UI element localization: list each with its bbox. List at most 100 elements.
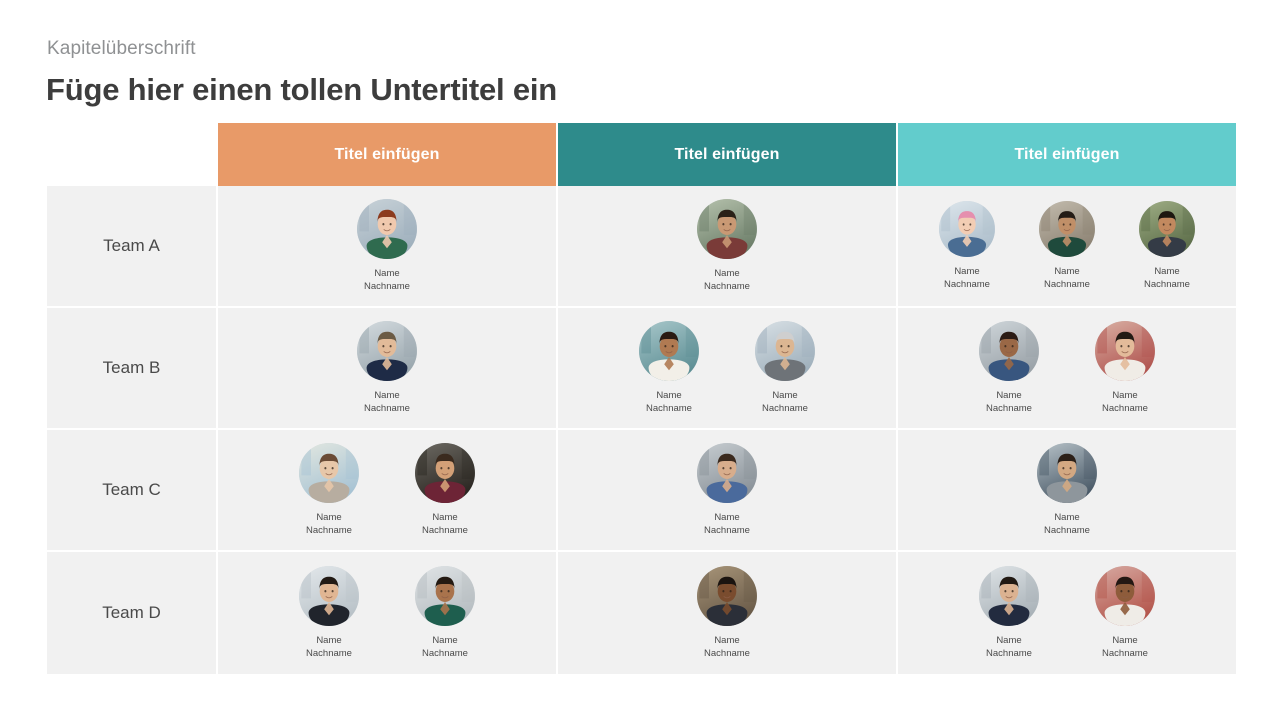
member-first-name: Name bbox=[1054, 512, 1080, 523]
header-corner-spacer bbox=[47, 123, 218, 186]
avatar[interactable] bbox=[357, 321, 417, 381]
member-last-name: Nachname bbox=[422, 648, 468, 659]
avatar[interactable] bbox=[639, 321, 699, 381]
member-last-name: Nachname bbox=[422, 525, 468, 536]
member-first-name: Name bbox=[316, 635, 342, 646]
team-member[interactable]: Name Nachname bbox=[1079, 321, 1171, 415]
avatar[interactable] bbox=[1095, 566, 1155, 626]
avatar[interactable] bbox=[939, 201, 995, 257]
table-cell: Name Nachname bbox=[558, 430, 898, 550]
column-header-1[interactable]: Titel einfügen bbox=[218, 123, 558, 186]
avatar[interactable] bbox=[415, 443, 475, 503]
avatar[interactable] bbox=[697, 443, 757, 503]
member-first-name: Name bbox=[996, 635, 1022, 646]
member-name: Name Nachname bbox=[1044, 265, 1090, 291]
row-label-team-d[interactable]: Team D bbox=[47, 552, 218, 674]
column-header-2[interactable]: Titel einfügen bbox=[558, 123, 898, 186]
member-name: Name Nachname bbox=[364, 267, 410, 293]
member-last-name: Nachname bbox=[1102, 403, 1148, 414]
table-row: Team B Name Nachname Name Nachname Name … bbox=[47, 308, 1236, 430]
member-name: Name Nachname bbox=[762, 389, 808, 415]
member-last-name: Nachname bbox=[306, 525, 352, 536]
team-member[interactable]: Name Nachname bbox=[963, 566, 1055, 660]
member-first-name: Name bbox=[714, 635, 740, 646]
row-label-team-c[interactable]: Team C bbox=[47, 430, 218, 550]
member-last-name: Nachname bbox=[364, 281, 410, 292]
team-member[interactable]: Name Nachname bbox=[1125, 201, 1209, 291]
table-cell: Name Nachname bbox=[558, 186, 898, 306]
member-first-name: Name bbox=[1112, 635, 1138, 646]
table-cell: Name Nachname Name Nachname bbox=[898, 186, 1236, 306]
avatar[interactable] bbox=[299, 566, 359, 626]
member-first-name: Name bbox=[714, 268, 740, 279]
team-member[interactable]: Name Nachname bbox=[399, 566, 491, 660]
avatar[interactable] bbox=[1139, 201, 1195, 257]
avatar[interactable] bbox=[299, 443, 359, 503]
member-name: Name Nachname bbox=[646, 389, 692, 415]
table-cell: Name Nachname bbox=[218, 186, 558, 306]
team-member[interactable]: Name Nachname bbox=[623, 321, 715, 415]
member-first-name: Name bbox=[1154, 266, 1180, 277]
table-body: Team A Name Nachname Name Nachname Name … bbox=[47, 186, 1236, 674]
member-first-name: Name bbox=[1054, 266, 1080, 277]
table-cell: Name Nachname Name Nachname bbox=[898, 552, 1236, 674]
row-label-text: Team D bbox=[102, 603, 161, 622]
team-member[interactable]: Name Nachname bbox=[963, 321, 1055, 415]
avatar[interactable] bbox=[1037, 443, 1097, 503]
avatar[interactable] bbox=[697, 566, 757, 626]
member-first-name: Name bbox=[954, 266, 980, 277]
member-first-name: Name bbox=[772, 390, 798, 401]
member-first-name: Name bbox=[316, 512, 342, 523]
team-member[interactable]: Name Nachname bbox=[681, 199, 773, 293]
avatar[interactable] bbox=[979, 566, 1039, 626]
member-name: Name Nachname bbox=[986, 634, 1032, 660]
row-label-team-b[interactable]: Team B bbox=[47, 308, 218, 428]
member-first-name: Name bbox=[374, 268, 400, 279]
team-table: Titel einfügen Titel einfügen Titel einfüg… bbox=[47, 123, 1236, 674]
table-row: Team C Name Nachname Name Nachname Name … bbox=[47, 430, 1236, 552]
avatar[interactable] bbox=[415, 566, 475, 626]
table-row: Team A Name Nachname Name Nachname Name … bbox=[47, 186, 1236, 308]
member-last-name: Nachname bbox=[762, 403, 808, 414]
avatar[interactable] bbox=[755, 321, 815, 381]
avatar[interactable] bbox=[697, 199, 757, 259]
avatar[interactable] bbox=[357, 199, 417, 259]
table-header-row: Titel einfügen Titel einfügen Titel einfüg… bbox=[47, 123, 1236, 186]
team-member[interactable]: Name Nachname bbox=[399, 443, 491, 537]
team-member[interactable]: Name Nachname bbox=[925, 201, 1009, 291]
table-cell: Name Nachname bbox=[898, 430, 1236, 550]
team-member[interactable]: Name Nachname bbox=[283, 566, 375, 660]
member-name: Name Nachname bbox=[986, 389, 1032, 415]
table-cell: Name Nachname Name Nachname bbox=[898, 308, 1236, 428]
team-member[interactable]: Name Nachname bbox=[1025, 201, 1109, 291]
row-label-text: Team A bbox=[103, 236, 160, 255]
team-member[interactable]: Name Nachname bbox=[341, 321, 433, 415]
team-member[interactable]: Name Nachname bbox=[283, 443, 375, 537]
slide-canvas: Kapitelüberschrift Füge hier einen tolle… bbox=[0, 0, 1280, 720]
slide-title: Füge hier einen tollen Untertitel ein bbox=[46, 72, 558, 107]
member-last-name: Nachname bbox=[986, 648, 1032, 659]
row-label-text: Team C bbox=[102, 480, 161, 499]
member-last-name: Nachname bbox=[1144, 279, 1190, 290]
member-last-name: Nachname bbox=[986, 403, 1032, 414]
avatar[interactable] bbox=[1039, 201, 1095, 257]
member-last-name: Nachname bbox=[646, 403, 692, 414]
table-cell: Name Nachname Name Nachname bbox=[218, 552, 558, 674]
member-name: Name Nachname bbox=[944, 265, 990, 291]
column-header-label: Titel einfügen bbox=[674, 145, 780, 163]
team-member[interactable]: Name Nachname bbox=[681, 443, 773, 537]
column-header-3[interactable]: Titel einfügen bbox=[898, 123, 1236, 186]
avatar[interactable] bbox=[1095, 321, 1155, 381]
team-member[interactable]: Name Nachname bbox=[1021, 443, 1113, 537]
member-last-name: Nachname bbox=[364, 403, 410, 414]
team-member[interactable]: Name Nachname bbox=[1079, 566, 1171, 660]
member-last-name: Nachname bbox=[306, 648, 352, 659]
member-first-name: Name bbox=[656, 390, 682, 401]
avatar[interactable] bbox=[979, 321, 1039, 381]
team-member[interactable]: Name Nachname bbox=[341, 199, 433, 293]
team-member[interactable]: Name Nachname bbox=[739, 321, 831, 415]
row-label-team-a[interactable]: Team A bbox=[47, 186, 218, 306]
member-last-name: Nachname bbox=[1044, 525, 1090, 536]
member-name: Name Nachname bbox=[1102, 389, 1148, 415]
team-member[interactable]: Name Nachname bbox=[681, 566, 773, 660]
